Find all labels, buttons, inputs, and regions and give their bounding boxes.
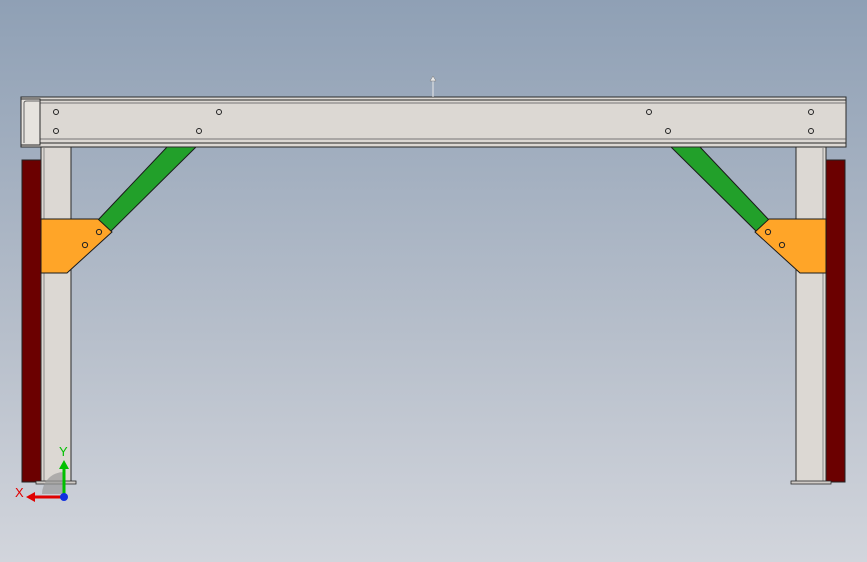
left-gusset-plate[interactable] (40, 218, 113, 274)
axis-y-label: Y (59, 444, 68, 459)
right-diagonal-brace[interactable] (669, 146, 770, 233)
frame-model[interactable]: Y X (0, 0, 867, 562)
up-arrow-icon (429, 75, 437, 97)
right-leg[interactable] (795, 145, 827, 484)
graphics-viewport[interactable]: Y X (0, 0, 867, 562)
right-foot-plate[interactable] (790, 480, 832, 485)
left-diagonal-brace[interactable] (97, 146, 198, 233)
top-beam[interactable] (20, 96, 847, 148)
right-side-plate[interactable] (825, 159, 846, 483)
left-side-plate[interactable] (21, 159, 42, 483)
axis-x-label: X (15, 485, 24, 500)
right-gusset-plate[interactable] (754, 218, 827, 274)
left-leg[interactable] (40, 145, 72, 484)
